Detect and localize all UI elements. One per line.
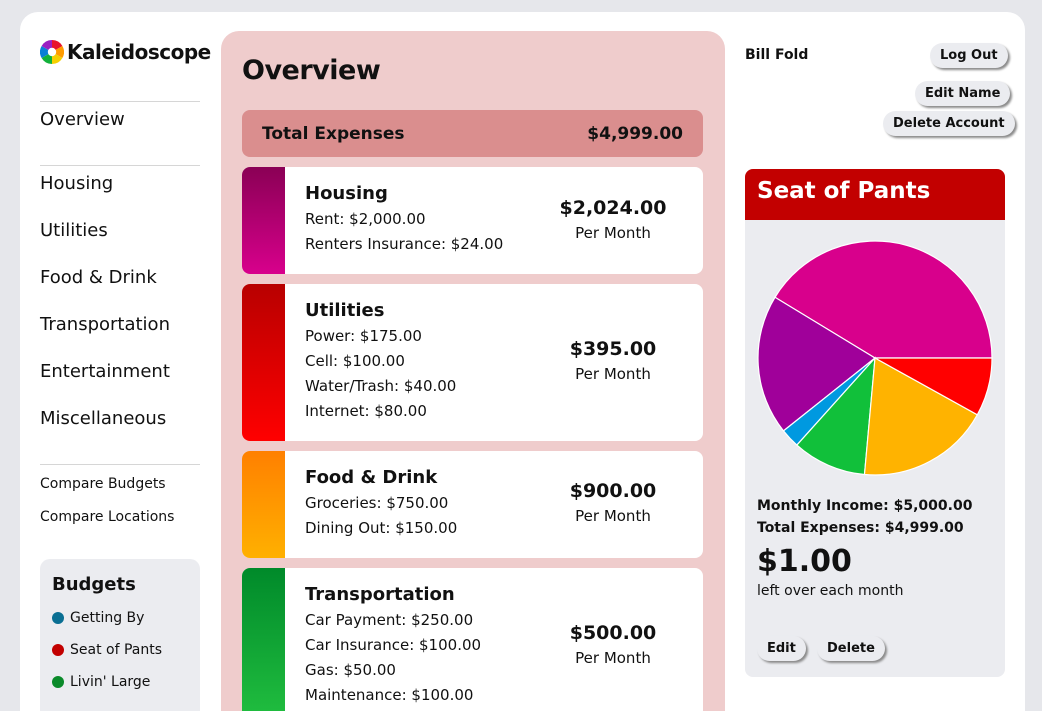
category-name: Housing (305, 183, 388, 204)
nav-miscellaneous[interactable]: Miscellaneous (40, 408, 166, 429)
log-out-button[interactable]: Log Out (930, 43, 1008, 68)
category-name: Utilities (305, 300, 385, 321)
delete-account-button[interactable]: Delete Account (883, 111, 1015, 136)
category-line-item: Gas: $50.00 (305, 661, 396, 679)
category-per-month: Per Month (575, 507, 651, 525)
budget-item-label: Seat of Pants (70, 642, 163, 658)
category-line-item: Water/Trash: $40.00 (305, 377, 457, 395)
overview-panel: Overview Total Expenses $4,999.00 Housin… (221, 31, 725, 711)
category-name: Food & Drink (305, 467, 438, 488)
category-per-month: Per Month (575, 224, 651, 242)
nav-overview[interactable]: Overview (40, 109, 125, 130)
category-amount: $2,024.00 (559, 197, 667, 219)
category-line-item: Dining Out: $150.00 (305, 519, 458, 537)
edit-budget-button[interactable]: Edit (757, 636, 806, 661)
total-expenses-bar: Total Expenses $4,999.00 (242, 110, 703, 157)
budget-item-getting-by[interactable]: Getting By (52, 610, 144, 626)
category-amount: $395.00 (569, 338, 657, 360)
category-line-item: Car Insurance: $100.00 (305, 636, 482, 654)
category-line-item: Rent: $2,000.00 (305, 210, 426, 228)
budget-item-livin-large[interactable]: Livin' Large (52, 674, 150, 690)
category-line-item: Power: $175.00 (305, 327, 422, 345)
nav-utilities[interactable]: Utilities (40, 220, 108, 241)
total-expenses-value: $4,999.00 (587, 123, 683, 144)
category-line-item: Groceries: $750.00 (305, 494, 449, 512)
budget-title: Seat of Pants (745, 169, 1005, 220)
category-per-month: Per Month (575, 649, 651, 667)
category-color-strip (242, 568, 285, 711)
category-card-food-drink[interactable]: Food & Drink Groceries: $750.00 Dining O… (242, 451, 703, 558)
nav-divider (40, 464, 200, 465)
category-line-item: Maintenance: $100.00 (305, 686, 474, 704)
app-name: Kaleidoscope (67, 40, 211, 64)
budget-dot-icon (52, 612, 64, 624)
budget-item-seat-of-pants[interactable]: Seat of Pants (52, 642, 162, 658)
category-per-month: Per Month (575, 365, 651, 383)
budgets-list: Budgets Getting By Seat of Pants Livin' … (40, 559, 200, 711)
total-expenses: Total Expenses: $4,999.00 (757, 520, 964, 536)
budget-dot-icon (52, 644, 64, 656)
nav-divider (40, 101, 200, 102)
category-name: Transportation (305, 584, 455, 605)
delete-budget-button[interactable]: Delete (817, 636, 885, 661)
category-card-housing[interactable]: Housing Rent: $2,000.00 Renters Insuranc… (242, 167, 703, 274)
monthly-income: Monthly Income: $5,000.00 (757, 498, 973, 514)
total-expenses-label: Total Expenses (262, 123, 405, 144)
nav-food-drink[interactable]: Food & Drink (40, 267, 157, 288)
edit-name-button[interactable]: Edit Name (915, 81, 1011, 106)
nav-entertainment[interactable]: Entertainment (40, 361, 170, 382)
category-amount: $900.00 (569, 480, 657, 502)
budget-item-label: Livin' Large (70, 674, 151, 690)
category-color-strip (242, 167, 285, 274)
budgets-title: Budgets (52, 574, 136, 595)
category-line-item: Cell: $100.00 (305, 352, 405, 370)
kaleidoscope-logo-icon (40, 40, 64, 64)
page-title: Overview (242, 55, 381, 86)
category-color-strip (242, 284, 285, 441)
nav-divider (40, 165, 200, 166)
nav-transportation[interactable]: Transportation (40, 314, 170, 335)
budget-summary-panel: Seat of Pants Monthly Income: $5,000.00 … (745, 169, 1005, 677)
category-line-item: Internet: $80.00 (305, 402, 427, 420)
user-name: Bill Fold (745, 47, 809, 63)
leftover-amount: $1.00 (757, 544, 852, 579)
category-amount: $500.00 (569, 622, 657, 644)
nav-compare-budgets[interactable]: Compare Budgets (40, 476, 166, 492)
nav-compare-locations[interactable]: Compare Locations (40, 509, 174, 525)
budget-item-label: Getting By (70, 610, 145, 626)
category-color-strip (242, 451, 285, 558)
expense-pie-chart (757, 240, 993, 476)
category-card-transportation[interactable]: Transportation Car Payment: $250.00 Car … (242, 568, 703, 711)
nav-housing[interactable]: Housing (40, 173, 113, 194)
category-card-utilities[interactable]: Utilities Power: $175.00 Cell: $100.00 W… (242, 284, 703, 441)
leftover-label: left over each month (757, 583, 904, 599)
category-line-item: Car Payment: $250.00 (305, 611, 474, 629)
category-line-item: Renters Insurance: $24.00 (305, 235, 504, 253)
app-logo[interactable]: Kaleidoscope (40, 40, 211, 64)
budget-dot-icon (52, 676, 64, 688)
